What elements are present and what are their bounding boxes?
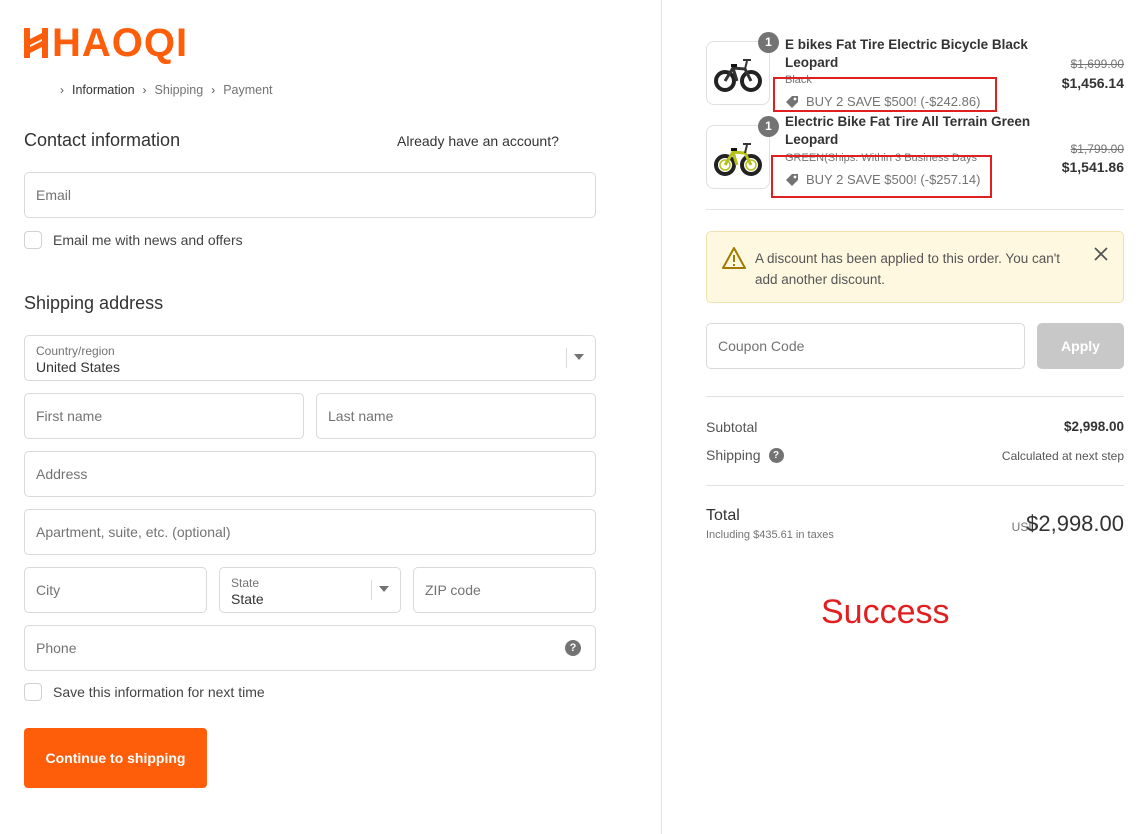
item-title-line: Leopard: [785, 55, 839, 70]
chevron-right-icon: ›: [60, 83, 64, 97]
address-field[interactable]: Address: [24, 451, 596, 497]
coupon-placeholder: Coupon Code: [718, 338, 805, 354]
address-placeholder: Address: [36, 466, 88, 482]
item-title: E bikes Fat Tire Electric Bicycle Black …: [785, 36, 1028, 72]
shipping-label: Shipping: [706, 447, 761, 463]
subtotal-value: $2,998.00: [1063, 419, 1124, 434]
shipping-heading: Shipping address: [24, 293, 164, 313]
email-field[interactable]: Email: [24, 172, 596, 218]
breadcrumb: › Information › Shipping › Payment: [52, 83, 273, 97]
product-thumbnail: [706, 125, 770, 189]
city-field[interactable]: City: [24, 567, 207, 613]
breadcrumb-shipping: Shipping: [154, 83, 204, 97]
chevron-down-icon: [574, 354, 584, 360]
highlight-box: [771, 155, 992, 198]
zip-field[interactable]: ZIP code: [413, 567, 596, 613]
phone-placeholder: Phone: [36, 640, 77, 656]
order-summary-column: 1 E bikes Fat Tire Electric Bicycle Blac…: [663, 0, 1144, 834]
brand-logo[interactable]: HAOQI: [24, 22, 188, 64]
notice-text: A discount has been applied to this orde…: [755, 251, 1061, 287]
chevron-down-icon: [379, 586, 389, 592]
city-placeholder: City: [36, 582, 61, 598]
divider: [706, 209, 1124, 210]
checkbox-box[interactable]: [24, 683, 42, 701]
save-info-label: Save this information for next time: [53, 684, 265, 700]
first-name-placeholder: First name: [36, 408, 103, 424]
divider: [706, 396, 1124, 397]
product-thumbnail: [706, 41, 770, 105]
discount-notice: A discount has been applied to this orde…: [706, 231, 1124, 303]
save-info-checkbox[interactable]: Save this information for next time: [24, 683, 265, 701]
state-select[interactable]: State State: [219, 567, 401, 613]
zip-placeholder: ZIP code: [425, 582, 481, 598]
help-icon[interactable]: ?: [768, 447, 784, 463]
item-original-price: $1,799.00: [1070, 142, 1124, 156]
email-placeholder: Email: [36, 187, 72, 203]
login-link[interactable]: Already have an account?: [397, 133, 559, 149]
shipping-value: Calculated at next step: [1001, 449, 1124, 463]
state-value: State: [231, 591, 264, 607]
total-label: Total: [706, 507, 740, 524]
ebike-black-image: [714, 59, 762, 92]
country-value: United States: [36, 359, 121, 375]
apartment-field[interactable]: Apartment, suite, etc. (optional): [24, 509, 596, 555]
item-quantity-badge: 1: [758, 32, 779, 53]
total-value: $2,998.00: [1026, 511, 1124, 536]
coupon-input[interactable]: Coupon Code: [706, 323, 1025, 369]
country-label: Country/region: [36, 344, 115, 358]
divider: [706, 485, 1124, 486]
chevron-right-icon: ›: [142, 83, 147, 97]
breadcrumb-information[interactable]: Information: [72, 83, 135, 97]
continue-to-shipping-button[interactable]: Continue to shipping: [24, 728, 207, 788]
breadcrumb-payment: Payment: [223, 83, 273, 97]
state-label: State: [231, 576, 260, 590]
item-title: Electric Bike Fat Tire All Terrain Green…: [785, 113, 1030, 149]
contact-heading: Contact information: [24, 130, 181, 150]
country-select[interactable]: Country/region United States: [24, 335, 596, 381]
item-title-line: Leopard: [785, 132, 839, 147]
ebike-green-image: [714, 143, 762, 176]
success-annotation: Success: [821, 593, 950, 631]
close-icon[interactable]: [1093, 246, 1109, 262]
item-quantity-badge: 1: [758, 116, 779, 137]
tax-note: Including $435.61 in taxes: [706, 529, 834, 541]
newsletter-checkbox[interactable]: Email me with news and offers: [24, 231, 243, 249]
checkout-form-column: HAOQI › Information › Shipping › Payment…: [0, 0, 662, 834]
subtotal-label: Subtotal: [706, 419, 758, 435]
checkbox-box[interactable]: [24, 231, 42, 249]
help-icon[interactable]: ?: [565, 640, 581, 656]
apartment-placeholder: Apartment, suite, etc. (optional): [36, 524, 231, 540]
newsletter-label: Email me with news and offers: [53, 232, 243, 248]
highlight-box: [773, 77, 997, 112]
chevron-right-icon: ›: [211, 83, 216, 97]
select-divider: [371, 580, 372, 600]
item-price: $1,456.14: [1061, 75, 1124, 91]
apply-button[interactable]: Apply: [1037, 323, 1124, 369]
item-original-price: $1,699.00: [1070, 57, 1124, 71]
last-name-placeholder: Last name: [328, 408, 394, 424]
item-price: $1,541.86: [1061, 159, 1124, 175]
item-title-line: E bikes Fat Tire Electric Bicycle Black: [785, 37, 1028, 52]
haoqi-logo-icon: [24, 28, 48, 58]
select-divider: [566, 348, 567, 368]
shipping-label-row: Shipping ?: [706, 447, 784, 463]
warning-icon: [722, 247, 746, 269]
brand-wordmark: HAOQI: [52, 21, 189, 65]
phone-field[interactable]: Phone ?: [24, 625, 596, 671]
last-name-field[interactable]: Last name: [316, 393, 596, 439]
first-name-field[interactable]: First name: [24, 393, 304, 439]
item-title-line: Electric Bike Fat Tire All Terrain Green: [785, 114, 1031, 129]
